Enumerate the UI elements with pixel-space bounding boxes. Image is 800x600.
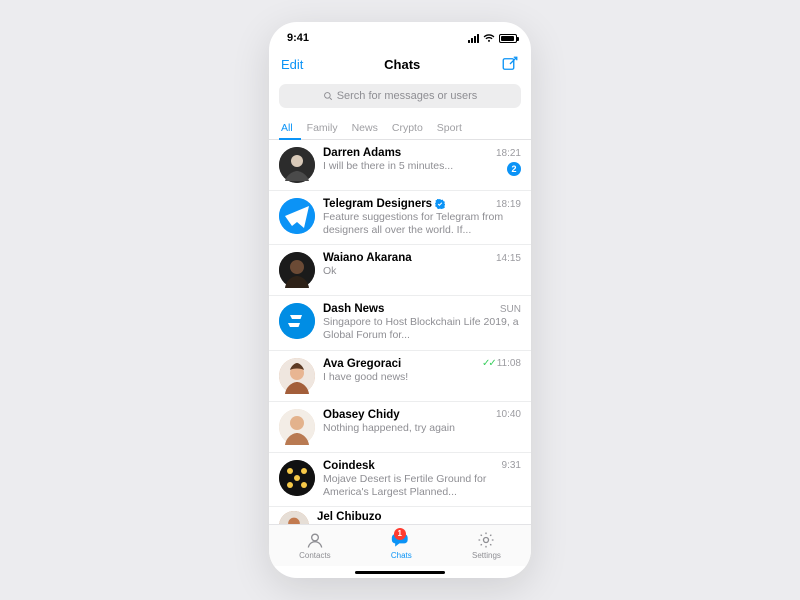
chat-preview: Singapore to Host Blockchain Life 2019, …: [323, 316, 521, 342]
avatar: [279, 460, 315, 496]
nav-header: Edit Chats: [269, 48, 531, 80]
unread-badge: 2: [507, 162, 521, 176]
tab-label: Contacts: [299, 551, 331, 560]
chat-time: 14:15: [496, 253, 521, 264]
tab-badge: 1: [394, 528, 406, 540]
search-wrap: Serch for messages or users: [269, 80, 531, 116]
folder-tabs: All Family News Crypto Sport: [269, 116, 531, 140]
tab-label: Chats: [391, 551, 412, 560]
tab-all[interactable]: All: [281, 122, 293, 134]
tab-crypto[interactable]: Crypto: [392, 122, 423, 134]
tab-label: Settings: [472, 551, 501, 560]
wifi-icon: [483, 34, 495, 43]
status-time: 9:41: [287, 32, 309, 44]
contacts-icon: [305, 530, 325, 550]
page-title: Chats: [384, 57, 420, 72]
chat-time: 9:31: [502, 460, 521, 471]
chat-row[interactable]: Obasey Chidy 10:40 Nothing happened, try…: [269, 402, 531, 453]
chat-time: 10:40: [496, 409, 521, 420]
search-input[interactable]: Serch for messages or users: [279, 84, 521, 108]
chat-name: Coindesk: [323, 460, 375, 472]
phone-frame: 9:41 Edit Chats Serch for messages or us…: [269, 22, 531, 578]
avatar: [279, 358, 315, 394]
chat-name: Telegram Designers: [323, 198, 432, 210]
chat-preview: Ok: [323, 265, 521, 278]
chat-name: Ava Gregoraci: [323, 358, 401, 370]
avatar: [279, 198, 315, 234]
chat-time: ✓✓11:08: [482, 358, 521, 369]
chat-preview: Feature suggestions for Telegram from de…: [323, 211, 521, 237]
status-bar: 9:41: [269, 22, 531, 48]
edit-button[interactable]: Edit: [281, 57, 303, 72]
tab-news[interactable]: News: [352, 122, 378, 134]
signal-icon: [468, 34, 479, 43]
chat-preview: Nothing happened, try again: [323, 422, 521, 435]
verified-icon: [435, 199, 445, 209]
tab-bar: Contacts 1 Chats Settings: [269, 524, 531, 566]
chat-preview: I will be there in 5 minutes...: [323, 160, 501, 173]
tab-chats[interactable]: 1 Chats: [391, 530, 412, 560]
compose-icon: [501, 55, 519, 73]
compose-button[interactable]: [501, 55, 519, 73]
avatar: [279, 409, 315, 445]
tab-contacts[interactable]: Contacts: [299, 530, 331, 560]
search-icon: [323, 91, 333, 101]
chat-row[interactable]: Darren Adams 18:21 I will be there in 5 …: [269, 140, 531, 191]
tab-sport[interactable]: Sport: [437, 122, 462, 134]
chat-time: SUN: [500, 304, 521, 315]
chat-row[interactable]: Jel Chibuzo: [269, 507, 531, 524]
battery-icon: [499, 34, 517, 43]
tab-settings[interactable]: Settings: [472, 530, 501, 560]
chat-list[interactable]: Darren Adams 18:21 I will be there in 5 …: [269, 140, 531, 524]
chat-name: Waiano Akarana: [323, 252, 412, 264]
avatar: [279, 252, 315, 288]
search-placeholder: Serch for messages or users: [337, 90, 478, 102]
chat-time: 18:21: [496, 148, 521, 159]
home-indicator: [269, 566, 531, 578]
chat-name: Jel Chibuzo: [317, 511, 382, 523]
chat-row[interactable]: Dash News SUN Singapore to Host Blockcha…: [269, 296, 531, 350]
chat-name: Dash News: [323, 303, 384, 315]
chat-name: Darren Adams: [323, 147, 401, 159]
avatar: [279, 147, 315, 183]
chat-row[interactable]: Coindesk 9:31 Mojave Desert is Fertile G…: [269, 453, 531, 507]
chat-preview: Mojave Desert is Fertile Ground for Amer…: [323, 473, 521, 499]
settings-icon: [476, 530, 496, 550]
chat-row[interactable]: Waiano Akarana 14:15 Ok: [269, 245, 531, 296]
chat-row[interactable]: Telegram Designers 18:19 Feature suggest…: [269, 191, 531, 245]
chat-row[interactable]: Ava Gregoraci ✓✓11:08 I have good news!: [269, 351, 531, 402]
read-checks-icon: ✓✓: [482, 358, 495, 369]
chat-preview: I have good news!: [323, 371, 521, 384]
avatar: [279, 303, 315, 339]
chat-time: 18:19: [496, 199, 521, 210]
chat-name: Obasey Chidy: [323, 409, 400, 421]
avatar: [279, 511, 309, 524]
status-indicators: [468, 34, 517, 43]
tab-family[interactable]: Family: [307, 122, 338, 134]
